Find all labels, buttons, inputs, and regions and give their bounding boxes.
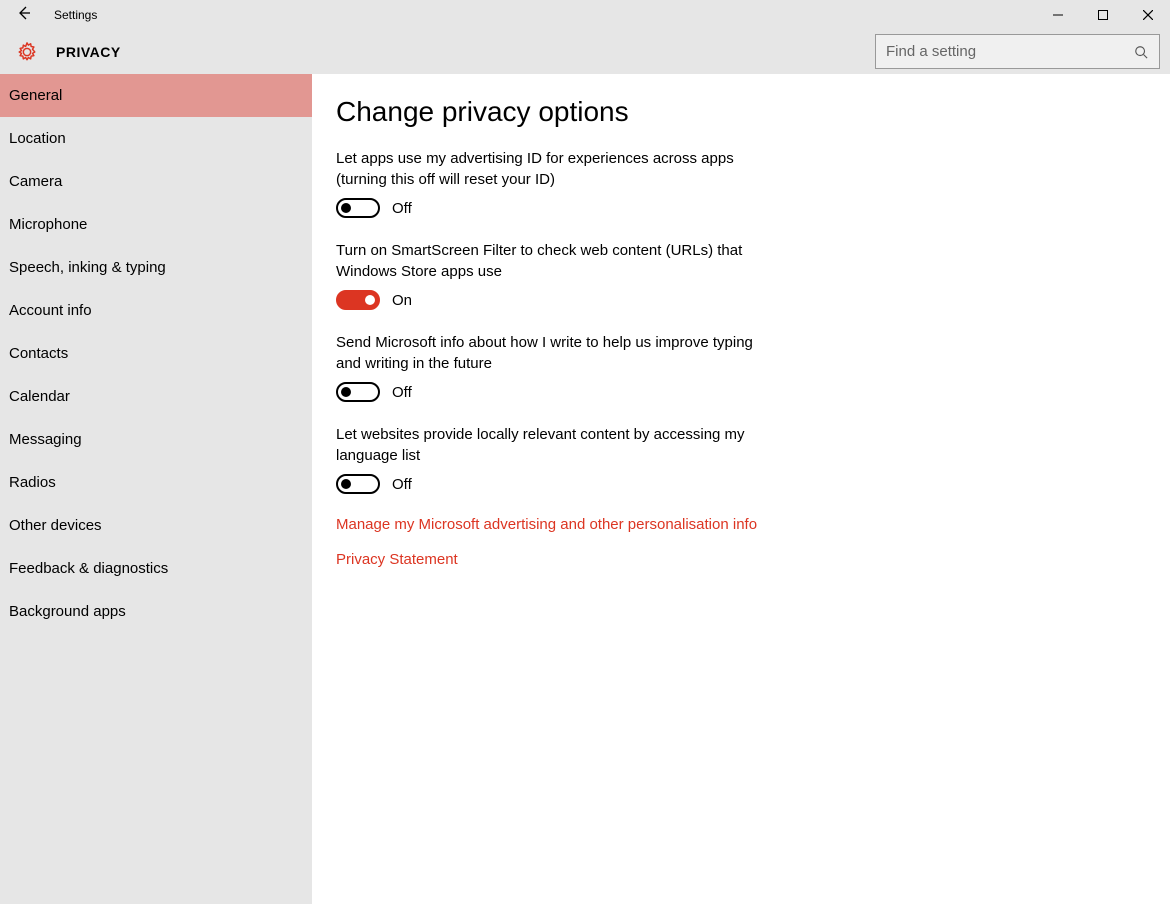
option-advertising-id: Let apps use my advertising ID for exper… bbox=[336, 148, 756, 218]
back-arrow-icon bbox=[16, 5, 32, 25]
sidebar-item-account-info[interactable]: Account info bbox=[0, 289, 312, 332]
sidebar-item-label: Feedback & diagnostics bbox=[9, 560, 168, 577]
minimize-icon bbox=[1053, 7, 1063, 24]
sidebar-item-label: Location bbox=[9, 130, 66, 147]
subheader: PRIVACY bbox=[0, 30, 1170, 74]
back-button[interactable] bbox=[0, 0, 48, 30]
maximize-icon bbox=[1098, 7, 1108, 24]
sidebar-item-label: Contacts bbox=[9, 345, 68, 362]
content-panel: Change privacy options Let apps use my a… bbox=[312, 74, 1170, 904]
option-smartscreen: Turn on SmartScreen Filter to check web … bbox=[336, 240, 756, 310]
sidebar-item-label: Messaging bbox=[9, 431, 82, 448]
sidebar-item-contacts[interactable]: Contacts bbox=[0, 332, 312, 375]
toggle-state-label: Off bbox=[392, 476, 412, 493]
sidebar-item-microphone[interactable]: Microphone bbox=[0, 203, 312, 246]
sidebar-item-label: Background apps bbox=[9, 603, 126, 620]
sidebar-item-label: General bbox=[9, 87, 62, 104]
sidebar-item-label: Radios bbox=[9, 474, 56, 491]
sidebar-item-feedback[interactable]: Feedback & diagnostics bbox=[0, 547, 312, 590]
sidebar-item-label: Account info bbox=[9, 302, 92, 319]
sidebar-item-speech[interactable]: Speech, inking & typing bbox=[0, 246, 312, 289]
gear-icon bbox=[16, 41, 38, 63]
close-icon bbox=[1143, 7, 1153, 24]
sidebar-item-other-devices[interactable]: Other devices bbox=[0, 504, 312, 547]
search-box[interactable] bbox=[875, 34, 1160, 69]
sidebar-item-radios[interactable]: Radios bbox=[0, 461, 312, 504]
close-button[interactable] bbox=[1125, 0, 1170, 30]
page-title: PRIVACY bbox=[56, 44, 121, 60]
sidebar-item-calendar[interactable]: Calendar bbox=[0, 375, 312, 418]
search-icon bbox=[1133, 44, 1149, 60]
sidebar: General Location Camera Microphone Speec… bbox=[0, 74, 312, 904]
toggle-smartscreen[interactable] bbox=[336, 290, 380, 310]
sidebar-item-messaging[interactable]: Messaging bbox=[0, 418, 312, 461]
sidebar-item-location[interactable]: Location bbox=[0, 117, 312, 160]
sidebar-item-camera[interactable]: Camera bbox=[0, 160, 312, 203]
sidebar-item-label: Calendar bbox=[9, 388, 70, 405]
sidebar-item-background-apps[interactable]: Background apps bbox=[0, 590, 312, 633]
maximize-button[interactable] bbox=[1080, 0, 1125, 30]
sidebar-item-label: Speech, inking & typing bbox=[9, 259, 166, 276]
toggle-typing-info[interactable] bbox=[336, 382, 380, 402]
toggle-advertising-id[interactable] bbox=[336, 198, 380, 218]
option-desc: Turn on SmartScreen Filter to check web … bbox=[336, 240, 756, 282]
option-language-list: Let websites provide locally relevant co… bbox=[336, 424, 756, 494]
sidebar-item-general[interactable]: General bbox=[0, 74, 312, 117]
sidebar-item-label: Other devices bbox=[9, 517, 102, 534]
titlebar: Settings bbox=[0, 0, 1170, 30]
sidebar-item-label: Microphone bbox=[9, 216, 87, 233]
toggle-state-label: Off bbox=[392, 200, 412, 217]
link-privacy-statement[interactable]: Privacy Statement bbox=[336, 551, 1146, 568]
window-controls bbox=[1035, 0, 1170, 30]
sidebar-item-label: Camera bbox=[9, 173, 62, 190]
toggle-language-list[interactable] bbox=[336, 474, 380, 494]
toggle-state-label: Off bbox=[392, 384, 412, 401]
option-desc: Let apps use my advertising ID for exper… bbox=[336, 148, 756, 190]
search-input[interactable] bbox=[886, 43, 1133, 60]
window-title: Settings bbox=[48, 8, 97, 22]
link-manage-advertising[interactable]: Manage my Microsoft advertising and othe… bbox=[336, 516, 1146, 533]
minimize-button[interactable] bbox=[1035, 0, 1080, 30]
option-desc: Let websites provide locally relevant co… bbox=[336, 424, 756, 466]
content-heading: Change privacy options bbox=[336, 96, 1146, 128]
option-desc: Send Microsoft info about how I write to… bbox=[336, 332, 756, 374]
toggle-state-label: On bbox=[392, 292, 412, 309]
option-typing-info: Send Microsoft info about how I write to… bbox=[336, 332, 756, 402]
